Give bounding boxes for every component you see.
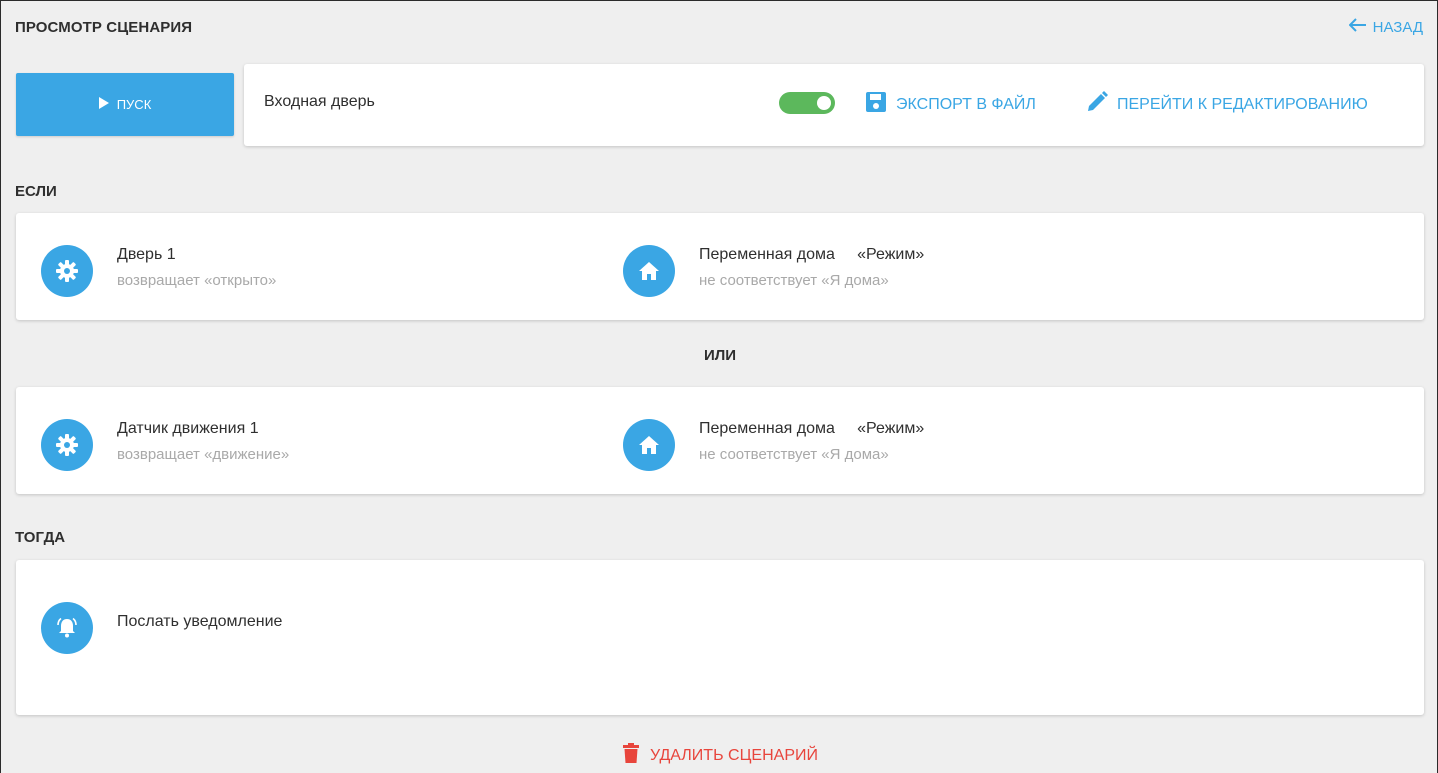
bell-icon <box>41 602 93 654</box>
then-section-label: ТОГДА <box>15 529 66 546</box>
condition-title: Переменная дома «Режим» <box>699 420 925 437</box>
condition-item[interactable]: Дверь 1 возвращает «открыто» <box>41 245 276 297</box>
scenario-view-page: ПРОСМОТР СЦЕНАРИЯ НАЗАД ПУСК Входная две… <box>0 0 1438 773</box>
condition-subtitle: возвращает «движение» <box>117 446 290 463</box>
actions-card: Послать уведомление <box>16 560 1424 715</box>
floppy-disk-icon <box>865 91 887 118</box>
condition-item[interactable]: Переменная дома «Режим» не соответствует… <box>623 419 924 471</box>
arrow-left-icon <box>1348 18 1367 36</box>
condition-item[interactable]: Датчик движения 1 возвращает «движение» <box>41 419 289 471</box>
condition-title: Дверь 1 <box>117 246 176 263</box>
scenario-name: Входная дверь <box>264 93 375 110</box>
edit-label: ПЕРЕЙТИ К РЕДАКТИРОВАНИЮ <box>1117 95 1368 113</box>
condition-item[interactable]: Переменная дома «Режим» не соответствует… <box>623 245 924 297</box>
scenario-toolbar: Входная дверь ЭКСПОРТ В ФАЙЛ ПЕРЕЙТИ К Р… <box>244 64 1424 146</box>
action-title: Послать уведомление <box>117 613 283 630</box>
back-button[interactable]: НАЗАД <box>1348 18 1423 36</box>
pencil-icon <box>1086 91 1108 118</box>
action-item[interactable]: Послать уведомление <box>41 602 282 654</box>
home-icon <box>623 419 675 471</box>
run-button[interactable]: ПУСК <box>16 73 234 136</box>
scenario-enabled-toggle[interactable] <box>779 92 835 114</box>
condition-subtitle: возвращает «открыто» <box>117 272 277 289</box>
page-title: ПРОСМОТР СЦЕНАРИЯ <box>15 19 193 36</box>
delete-scenario-button[interactable]: УДАЛИТЬ СЦЕНАРИЙ <box>1 743 1438 768</box>
if-section-label: ЕСЛИ <box>15 183 57 200</box>
condition-title: Переменная дома «Режим» <box>699 246 925 263</box>
play-icon <box>98 97 109 112</box>
gear-icon <box>41 245 93 297</box>
go-to-edit-button[interactable]: ПЕРЕЙТИ К РЕДАКТИРОВАНИЮ <box>1086 91 1368 118</box>
back-label: НАЗАД <box>1372 18 1423 36</box>
condition-title: Датчик движения 1 <box>117 420 259 437</box>
or-separator-label: ИЛИ <box>703 347 737 364</box>
trash-icon <box>622 743 640 768</box>
toggle-knob <box>817 96 831 110</box>
export-label: ЭКСПОРТ В ФАЙЛ <box>896 95 1036 113</box>
condition-subtitle: не соответствует «Я дома» <box>699 272 889 289</box>
run-label: ПУСК <box>116 97 152 112</box>
delete-label: УДАЛИТЬ СЦЕНАРИЙ <box>650 746 818 764</box>
home-icon <box>623 245 675 297</box>
condition-subtitle: не соответствует «Я дома» <box>699 446 889 463</box>
gear-icon <box>41 419 93 471</box>
export-to-file-button[interactable]: ЭКСПОРТ В ФАЙЛ <box>865 91 1036 118</box>
condition-group-card: Датчик движения 1 возвращает «движение» … <box>16 387 1424 494</box>
condition-group-card: Дверь 1 возвращает «открыто» Переменная … <box>16 213 1424 320</box>
